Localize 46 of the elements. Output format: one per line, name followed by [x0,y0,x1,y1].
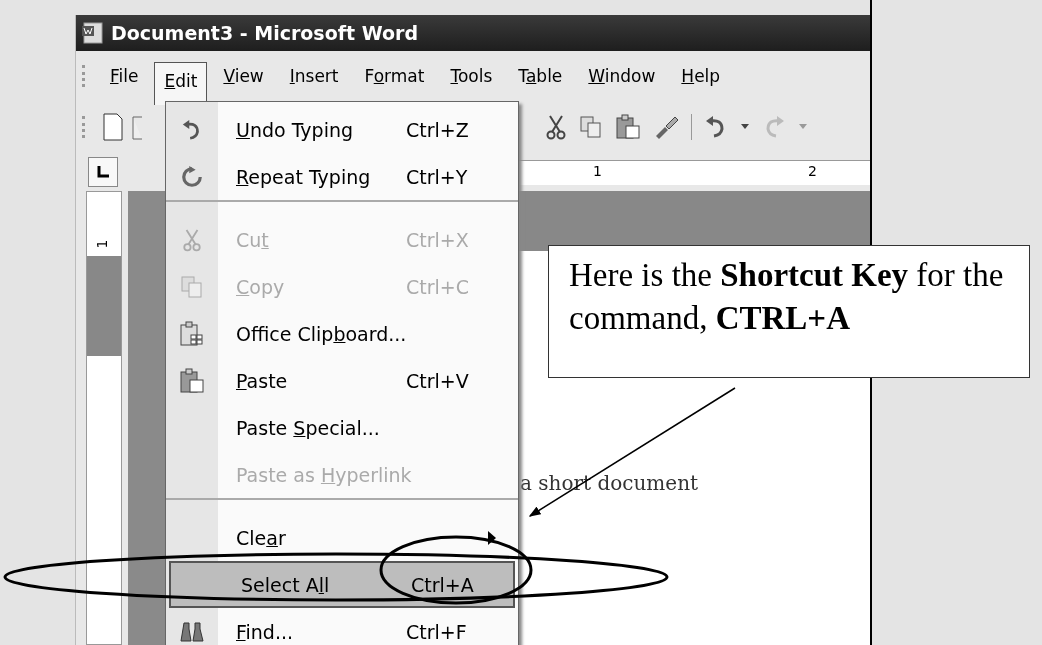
ruler-number: 1 [593,162,602,179]
document-icon[interactable] [132,113,142,141]
shortcut-text: Ctrl+A [411,573,474,596]
menu-item[interactable]: Insert [279,57,349,95]
shortcut-text: Ctrl+F [406,620,467,643]
clipboard-icon [179,320,205,347]
shortcut-text: Ctrl+X [406,228,469,251]
tab-stop-icon [97,166,109,178]
menu-item[interactable]: Window [578,57,666,95]
submenu-arrow-icon [488,530,496,545]
ruler-number: 1 [94,239,111,249]
menu-option[interactable]: Office Clipboard... [166,310,518,357]
menu-option[interactable]: Select All Ctrl+A [169,561,515,608]
menu-item[interactable]: Format [354,57,435,95]
new-document-icon[interactable] [102,113,124,141]
menu-option[interactable]: Paste Ctrl+V [166,357,518,404]
tab-stop-button[interactable] [88,157,118,187]
copy-icon[interactable] [579,115,603,139]
shortcut-text: Ctrl+V [406,369,469,392]
ruler-number: 2 [808,162,817,179]
scissors-icon[interactable] [545,114,567,140]
shortcut-text: Ctrl+C [406,275,469,298]
document-icon [81,21,105,45]
redo-icon [181,165,203,188]
menu-item[interactable]: File [100,57,149,95]
clipboard-icon[interactable] [615,114,641,140]
menu-item[interactable]: Help [671,57,731,95]
clipboard-icon [179,367,205,394]
menu-item[interactable]: Table [508,57,573,95]
menu-item[interactable]: Edit [154,61,208,105]
menu-option[interactable]: Undo Typing Ctrl+Z [166,106,518,153]
menu-option[interactable]: Paste Special... [166,404,518,451]
caret-icon[interactable] [740,123,750,131]
menu-item[interactable]: View [213,57,274,95]
copy-icon [180,274,204,299]
binoculars-icon [180,620,204,643]
shortcut-text: Ctrl+Y [406,165,468,188]
menu-item[interactable]: Tools [440,57,503,95]
grip-handle[interactable] [82,116,88,138]
menu-option[interactable]: Find... Ctrl+F [166,608,518,645]
window-title: Document3 - Microsoft Word [111,22,418,44]
shortcut-text: Ctrl+Z [406,118,469,141]
grip-handle[interactable] [82,65,88,87]
callout-text: Here is the Shortcut Key for the command, CTRL+A [569,256,1005,338]
menu-option[interactable]: Clear [166,514,518,561]
menu-option[interactable]: Repeat Typing Ctrl+Y [166,153,518,202]
